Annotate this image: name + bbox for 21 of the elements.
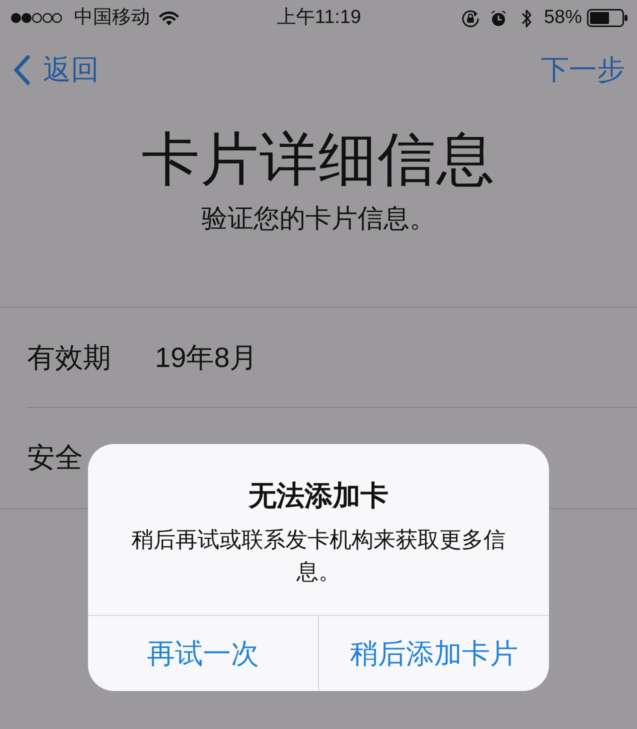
field-value[interactable]: 19年8月 bbox=[155, 340, 258, 376]
page-title: 卡片详细信息 bbox=[142, 126, 496, 194]
chevron-left-icon bbox=[12, 54, 32, 86]
alert-button[interactable]: 稍后添加卡片 bbox=[318, 616, 549, 691]
bluetooth-icon bbox=[520, 8, 532, 28]
alarm-clock-icon bbox=[490, 10, 506, 26]
alert-button[interactable]: 再试一次 bbox=[88, 616, 318, 691]
next-button[interactable]: 下一步 bbox=[541, 52, 625, 88]
clock-time: 上午11:19 bbox=[276, 7, 362, 28]
alert-title: 无法添加卡 bbox=[248, 479, 388, 513]
battery-icon bbox=[587, 9, 628, 27]
field-label: 安全 bbox=[27, 441, 83, 475]
back-button[interactable]: 返回 bbox=[12, 52, 99, 88]
field-label: 有效期 bbox=[27, 340, 111, 374]
page-subtitle: 验证您的卡片信息。 bbox=[202, 202, 436, 235]
carrier-name: 中国移动 bbox=[74, 7, 150, 29]
wifi-icon bbox=[159, 10, 179, 26]
signal-strength-icon bbox=[10, 12, 62, 24]
alert-message: 稍后再试或联系发卡机构来获取更多信息。 bbox=[130, 526, 506, 586]
battery-percentage: 58% bbox=[544, 7, 582, 29]
rotation-lock-icon bbox=[460, 8, 480, 28]
